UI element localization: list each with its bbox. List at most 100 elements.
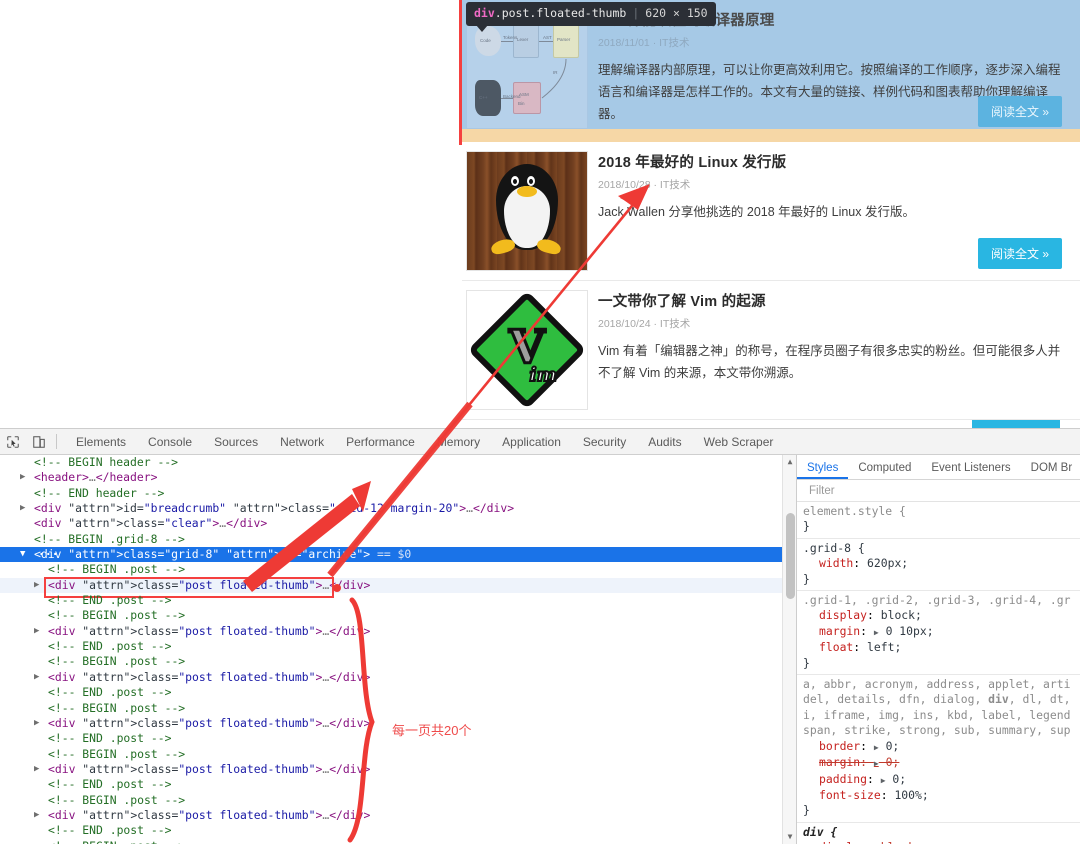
dom-tree-scrollbar[interactable]: ▲ ▼: [782, 455, 796, 844]
style-rule-selector[interactable]: del, details, dfn, dialog, div, dl, dt,: [797, 692, 1080, 707]
style-declaration[interactable]: float: left;: [797, 640, 1080, 655]
post-category[interactable]: IT技术: [660, 318, 690, 330]
post-thumbnail-vim-logo[interactable]: V im: [466, 290, 588, 410]
style-rule-selector[interactable]: span, strike, strong, sub, summary, sup: [797, 723, 1080, 738]
dom-comment-line[interactable]: <!-- BEGIN .post -->: [0, 701, 796, 716]
tab-audits[interactable]: Audits: [637, 429, 692, 454]
disclosure-triangle-icon[interactable]: ▶: [20, 470, 32, 485]
disclosure-triangle-icon[interactable]: ▶: [34, 624, 46, 639]
scrollbar-thumb[interactable]: [786, 513, 795, 599]
post-title[interactable]: 2018 年最好的 Linux 发行版: [598, 151, 1062, 172]
tux-eye-left: [511, 176, 519, 186]
scrollbar-track[interactable]: [784, 469, 796, 830]
dom-node-selected[interactable]: ▼ ··· <div "attrn">class="grid-8" "attrn">…: [0, 547, 796, 563]
style-rule[interactable]: a, abbr, acronym, address, applet, arti d…: [797, 675, 1080, 823]
style-rule-selector[interactable]: i, iframe, img, ins, kbd, label, legend: [797, 708, 1080, 723]
style-declaration[interactable]: margin: ▶ 0 10px;: [797, 624, 1080, 640]
dom-comment-line[interactable]: <!-- BEGIN .post -->: [0, 608, 796, 623]
read-more-button[interactable]: 阅读全文 »: [977, 96, 1062, 127]
style-rule-close-brace: }: [803, 519, 810, 534]
post-thumbnail-tux-penguin[interactable]: [466, 151, 588, 271]
dom-node-line[interactable]: ▶ <div "attrn">class="post floated-thumb"…: [0, 762, 796, 777]
style-rule-selector[interactable]: .grid-8 {: [797, 541, 1080, 556]
style-rule[interactable]: .grid-1, .grid-2, .grid-3, .grid-4, .gr d…: [797, 591, 1080, 676]
post-item[interactable]: V im 一文带你了解 Vim 的起源 2018/10/24 · IT技术 Vi…: [462, 281, 1080, 420]
dom-node-line[interactable]: <div "attrn">class="clear">…</div>: [0, 516, 796, 531]
dom-node-line[interactable]: ▶ <div "attrn">class="post floated-thumb"…: [0, 808, 796, 823]
tab-memory[interactable]: Memory: [426, 429, 491, 454]
style-declaration[interactable]: display: block;: [797, 840, 1080, 844]
screenshot-root: Code Lexer Parser Tokens AST C++ ASM Bin…: [0, 0, 1080, 844]
dom-comment-line[interactable]: <!-- END .post -->: [0, 823, 796, 838]
read-more-button-cut-off[interactable]: [972, 420, 1060, 428]
dom-comment-line[interactable]: <!-- BEGIN .post -->: [0, 654, 796, 669]
read-more-button[interactable]: 阅读全文 »: [977, 238, 1062, 269]
tab-event-listeners[interactable]: Event Listeners: [921, 462, 1020, 479]
dom-node-line[interactable]: ▶ <div "attrn">class="post floated-thumb"…: [0, 624, 796, 639]
post-item[interactable]: 2018 年最好的 Linux 发行版 2018/10/28 · IT技术 Ja…: [462, 142, 1080, 281]
dom-node-line[interactable]: ▶ <div "attrn">class="post floated-thumb"…: [0, 670, 796, 685]
style-rule[interactable]: element.style {}: [797, 502, 1080, 539]
tab-sources[interactable]: Sources: [203, 429, 269, 454]
tab-application[interactable]: Application: [491, 429, 572, 454]
dom-comment-line[interactable]: <!-- END .post -->: [0, 639, 796, 654]
dom-comment-line[interactable]: <!-- BEGIN .post -->: [0, 793, 796, 808]
tooltip-tag-name: div: [474, 6, 495, 20]
devtools-panel: Elements Console Sources Network Perform…: [0, 428, 1080, 844]
disclosure-triangle-icon[interactable]: ▶: [34, 578, 46, 593]
post-title[interactable]: 一文带你了解 Vim 的起源: [598, 290, 1062, 311]
disclosure-triangle-icon[interactable]: ▶: [34, 716, 46, 731]
tab-performance[interactable]: Performance: [335, 429, 426, 454]
post-margin-highlight-band: [462, 129, 1080, 142]
dom-comment-line[interactable]: <!-- BEGIN .post -->: [0, 747, 796, 762]
tab-styles[interactable]: Styles: [797, 462, 849, 479]
style-declaration[interactable]: padding: ▶ 0;: [797, 772, 1080, 788]
devtools-toolbar: Elements Console Sources Network Perform…: [0, 429, 1080, 455]
tab-elements[interactable]: Elements: [65, 429, 137, 454]
styles-pane-tabs: Styles Computed Event Listeners DOM Br: [797, 455, 1080, 480]
style-rule-selector[interactable]: div {: [797, 825, 1080, 840]
style-declaration[interactable]: width: 620px;: [797, 556, 1080, 571]
vim-letters-im: im: [528, 363, 557, 387]
dom-comment-line[interactable]: <!-- END .post -->: [0, 593, 796, 608]
style-declaration[interactable]: font-size: 100%;: [797, 788, 1080, 803]
style-declaration[interactable]: margin: ▶ 0;: [797, 755, 1080, 771]
device-toolbar-icon[interactable]: [26, 430, 52, 454]
style-rule-selector[interactable]: element.style {: [797, 504, 1080, 519]
dom-comment-line[interactable]: <!-- END header -->: [0, 486, 796, 501]
dom-node-line[interactable]: ▶ <div "attrn">id="breadcrumb" "attrn">cl…: [0, 501, 796, 516]
disclosure-triangle-icon[interactable]: ▶: [34, 670, 46, 685]
disclosure-triangle-icon[interactable]: ▶: [20, 501, 32, 516]
post-meta: 2018/11/01 · IT技术: [598, 35, 1062, 50]
tab-web-scraper[interactable]: Web Scraper: [693, 429, 785, 454]
style-declaration[interactable]: display: block;: [797, 608, 1080, 623]
disclosure-triangle-icon[interactable]: ▶: [34, 762, 46, 777]
scroll-down-arrow[interactable]: ▼: [783, 830, 796, 844]
dom-tree-pane[interactable]: <!-- BEGIN header --> ▶ <header>…</header>…: [0, 455, 796, 844]
style-rule[interactable]: .grid-8 {width: 620px;}: [797, 539, 1080, 592]
dom-comment-line[interactable]: <!-- BEGIN .post -->: [0, 839, 796, 844]
inspect-element-icon[interactable]: [0, 430, 26, 454]
dom-comment-line[interactable]: <!-- END .post -->: [0, 777, 796, 792]
dom-comment-line[interactable]: <!-- BEGIN .post -->: [0, 562, 796, 577]
dom-node-line[interactable]: ▶ <header>…</header>: [0, 470, 796, 485]
styles-filter-input[interactable]: Filter: [797, 480, 1080, 502]
style-declaration[interactable]: border: ▶ 0;: [797, 739, 1080, 755]
tab-dom-breakpoints[interactable]: DOM Br: [1021, 462, 1080, 479]
tab-network[interactable]: Network: [269, 429, 335, 454]
style-rule-selector[interactable]: .grid-1, .grid-2, .grid-3, .grid-4, .gr: [797, 593, 1080, 608]
dom-comment-line[interactable]: <!-- END .post -->: [0, 685, 796, 700]
tab-computed[interactable]: Computed: [848, 462, 921, 479]
tab-console[interactable]: Console: [137, 429, 203, 454]
dom-comment-line[interactable]: <!-- BEGIN .grid-8 -->: [0, 532, 796, 547]
tab-security[interactable]: Security: [572, 429, 637, 454]
style-rule-selector[interactable]: a, abbr, acronym, address, applet, arti: [797, 677, 1080, 692]
post-category[interactable]: IT技术: [660, 179, 690, 191]
style-rule[interactable]: div {display: block;}: [797, 823, 1080, 844]
post-body: 一文带你了解 Vim 的起源 2018/10/24 · IT技术 Vim 有着「…: [598, 290, 1062, 410]
post-category[interactable]: IT技术: [659, 37, 689, 49]
dom-comment-line[interactable]: <!-- BEGIN header -->: [0, 455, 796, 470]
disclosure-triangle-icon[interactable]: ▶: [34, 808, 46, 823]
dom-node-line[interactable]: ▶ <div "attrn">class="post floated-thumb"…: [0, 576, 796, 599]
scroll-up-arrow[interactable]: ▲: [783, 455, 796, 469]
